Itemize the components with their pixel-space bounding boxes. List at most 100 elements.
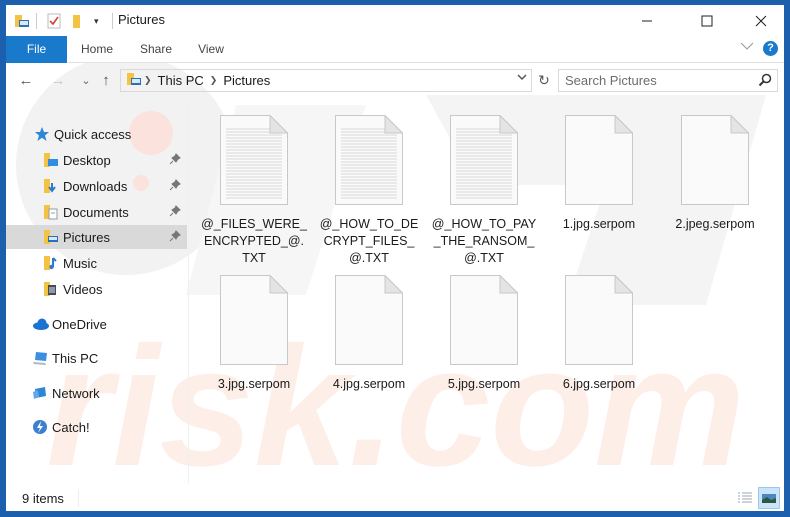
file-item[interactable]: @_HOW_TO_DECRYPT_FILES_@.TXT — [313, 114, 425, 267]
videos-folder-icon — [43, 281, 59, 297]
sidebar-item-catch[interactable]: Catch! — [6, 415, 187, 439]
breadcrumb-separator-icon[interactable]: ❯ — [142, 75, 154, 86]
file-name: @_HOW_TO_PAY_THE_RANSOM_@.TXT — [431, 217, 537, 265]
file-item[interactable]: 1.jpg.serpom — [543, 114, 655, 233]
ribbon-tabs: File Home Share View ? — [6, 36, 784, 63]
downloads-folder-icon — [43, 178, 59, 194]
blank-file-icon — [681, 114, 750, 205]
file-name: @_HOW_TO_DECRYPT_FILES_@.TXT — [319, 217, 419, 265]
sidebar-item-label: Quick access — [54, 126, 132, 142]
tab-view[interactable]: View — [188, 36, 234, 63]
sidebar-item-label: Documents — [63, 204, 129, 220]
file-item[interactable]: @_FILES_WERE_ENCRYPTED_@.TXT — [198, 114, 310, 267]
sidebar-item-label: Pictures — [63, 229, 110, 245]
file-name: @_FILES_WERE_ENCRYPTED_@.TXT — [201, 217, 307, 265]
star-icon — [34, 126, 50, 142]
file-item[interactable]: 5.jpg.serpom — [428, 274, 540, 393]
pin-icon[interactable] — [169, 205, 181, 220]
text-file-icon — [335, 114, 404, 205]
file-item[interactable]: 3.jpg.serpom — [198, 274, 310, 393]
pictures-location-icon — [126, 71, 142, 90]
file-item[interactable]: 6.jpg.serpom — [543, 274, 655, 393]
title-bar: ▾ Pictures — [6, 5, 784, 36]
this-pc-icon — [32, 350, 48, 366]
sidebar-item-documents[interactable]: Documents — [6, 200, 187, 224]
file-name: 1.jpg.serpom — [562, 217, 636, 231]
file-explorer-window: risk.com ▾ Pictures File Home Share View — [6, 5, 784, 511]
sidebar-item-label: This PC — [52, 350, 99, 366]
details-view-button[interactable] — [734, 487, 756, 509]
sidebar-item-label: OneDrive — [52, 316, 107, 332]
file-item[interactable]: @_HOW_TO_PAY_THE_RANSOM_@.TXT — [428, 114, 540, 267]
desktop-folder-icon — [43, 152, 59, 168]
sidebar-item-desktop[interactable]: Desktop — [6, 148, 187, 172]
sidebar-item-network[interactable]: Network — [6, 381, 187, 405]
maximize-button[interactable] — [684, 5, 730, 36]
catch-icon — [32, 419, 48, 435]
close-icon — [755, 15, 767, 26]
explorer-folder-icon[interactable] — [14, 12, 30, 30]
maximize-icon — [701, 15, 713, 26]
tab-home[interactable]: Home — [72, 36, 122, 63]
tab-file[interactable]: File — [6, 36, 67, 63]
search-input[interactable] — [559, 70, 749, 91]
forward-button[interactable]: → — [48, 72, 68, 90]
pictures-folder-icon — [43, 229, 59, 245]
sidebar-item-onedrive[interactable]: OneDrive — [6, 312, 187, 336]
blank-file-icon — [220, 274, 289, 365]
divider — [112, 13, 113, 29]
close-button[interactable] — [738, 5, 784, 36]
blank-file-icon — [565, 114, 634, 205]
pin-icon[interactable] — [169, 230, 181, 245]
back-button[interactable]: ← — [16, 72, 36, 90]
minimize-button[interactable] — [624, 5, 670, 36]
blank-file-icon — [450, 274, 519, 365]
file-name: 3.jpg.serpom — [217, 377, 291, 391]
file-item[interactable]: 2.jpeg.serpom — [659, 114, 771, 233]
tab-share[interactable]: Share — [131, 36, 181, 63]
expand-ribbon-icon[interactable] — [740, 40, 754, 54]
address-bar[interactable]: ❯ This PC ❯ Pictures — [120, 69, 532, 92]
sidebar-item-downloads[interactable]: Downloads — [6, 174, 187, 198]
onedrive-icon — [32, 316, 49, 332]
blank-file-icon — [335, 274, 404, 365]
minimize-icon — [642, 20, 652, 21]
music-folder-icon — [43, 255, 59, 271]
customize-toolbar-dropdown-icon[interactable]: ▾ — [94, 12, 99, 30]
help-button[interactable]: ? — [763, 41, 778, 56]
properties-icon[interactable] — [46, 12, 62, 30]
large-icons-view-icon — [762, 494, 776, 503]
file-name: 4.jpg.serpom — [332, 377, 406, 391]
up-button[interactable]: ↑ — [96, 72, 116, 90]
address-dropdown-icon[interactable] — [517, 73, 527, 84]
navigation-bar: ← → ⌄ ↑ ❯ This PC ❯ Pictures ↻ — [6, 63, 784, 99]
file-item[interactable]: 4.jpg.serpom — [313, 274, 425, 393]
item-count: 9 items — [22, 491, 64, 506]
refresh-button[interactable]: ↻ — [534, 69, 554, 92]
new-folder-icon[interactable] — [70, 12, 86, 30]
sidebar-item-pictures[interactable]: Pictures — [6, 225, 187, 249]
file-name: 5.jpg.serpom — [447, 377, 521, 391]
file-name: 2.jpeg.serpom — [675, 217, 755, 231]
sidebar-item-label: Catch! — [52, 419, 90, 435]
window-title: Pictures — [118, 12, 165, 27]
sidebar-item-label: Desktop — [63, 152, 111, 168]
sidebar-item-label: Music — [63, 255, 97, 271]
search-box[interactable] — [558, 69, 778, 92]
text-file-icon — [220, 114, 289, 205]
file-list: @_FILES_WERE_ENCRYPTED_@.TXT @_HOW_TO_DE… — [190, 99, 784, 484]
pin-icon[interactable] — [169, 153, 181, 168]
sidebar-item-music[interactable]: Music — [6, 251, 187, 275]
documents-folder-icon — [43, 204, 59, 220]
sidebar-item-quick-access[interactable]: Quick access — [6, 122, 187, 146]
search-icon[interactable] — [758, 73, 772, 90]
breadcrumb-this-pc[interactable]: This PC — [154, 73, 208, 88]
sidebar-item-videos[interactable]: Videos — [6, 277, 187, 301]
sidebar-item-label: Downloads — [63, 178, 128, 194]
recent-locations-button[interactable]: ⌄ — [76, 72, 96, 90]
breadcrumb-separator-icon[interactable]: ❯ — [208, 75, 220, 86]
pin-icon[interactable] — [169, 179, 181, 194]
breadcrumb-pictures[interactable]: Pictures — [219, 73, 274, 88]
large-icons-view-button[interactable] — [758, 487, 780, 509]
sidebar-item-this-pc[interactable]: This PC — [6, 346, 187, 370]
